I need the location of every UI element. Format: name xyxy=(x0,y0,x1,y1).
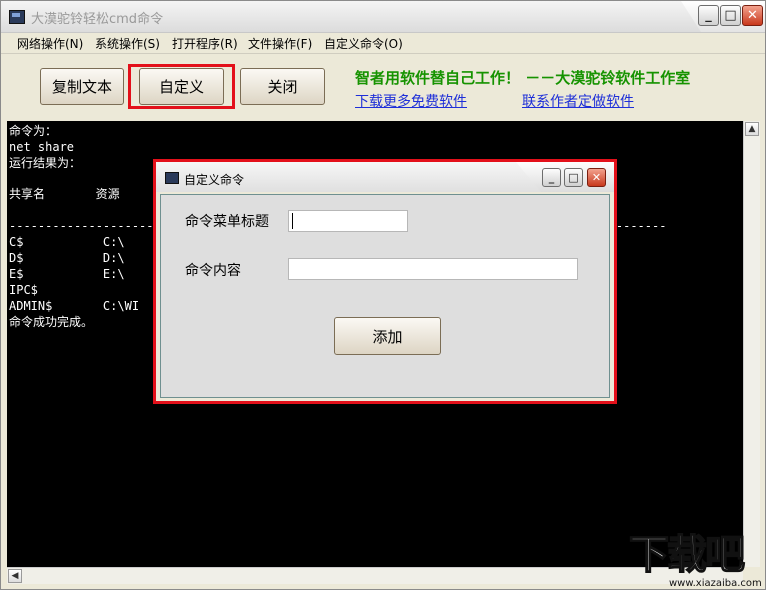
close-button[interactable]: 关闭 xyxy=(240,68,325,105)
console-line: IPC$ xyxy=(9,283,38,297)
app-icon xyxy=(9,10,25,24)
console-line: 共享名 资源 xyxy=(9,187,120,201)
close-window-button[interactable]: ✕ xyxy=(742,5,763,26)
main-window: 大漠驼铃轻松cmd命令 _ □ ✕ 网络操作(N) 系统操作(S) 打开程序(R… xyxy=(0,0,766,590)
console-line: D$ D:\ xyxy=(9,251,125,265)
menu-system[interactable]: 系统操作(S) xyxy=(95,35,160,52)
console-line: C$ C:\ xyxy=(9,235,125,249)
menu-title-label: 命令菜单标题 xyxy=(185,214,269,230)
menu-title-input[interactable] xyxy=(288,210,408,232)
scroll-up-icon[interactable]: ▲ xyxy=(745,122,759,136)
dialog-app-icon xyxy=(165,172,179,184)
maximize-icon: □ xyxy=(568,171,579,184)
menu-bar: 网络操作(N) 系统操作(S) 打开程序(R) 文件操作(F) 自定义命令(O) xyxy=(1,33,765,54)
maximize-icon: □ xyxy=(724,8,737,23)
watermark-url: www.xiazaiba.com xyxy=(669,578,762,589)
custom-button[interactable]: 自定义 xyxy=(139,68,224,105)
close-icon: ✕ xyxy=(747,8,758,23)
console-line: net share xyxy=(9,140,75,154)
scroll-left-icon[interactable]: ◀ xyxy=(8,569,22,583)
dialog-title: 自定义命令 xyxy=(184,173,245,187)
minimize-icon: _ xyxy=(548,171,555,184)
dialog-maximize-button[interactable]: □ xyxy=(564,168,583,187)
console-line: 命令成功完成。 xyxy=(9,315,94,329)
minimize-icon: _ xyxy=(705,8,712,23)
slogan-text: 智者用软件替自己工作！ －－大漠驼铃软件工作室 xyxy=(355,69,691,87)
menu-open-program[interactable]: 打开程序(R) xyxy=(172,35,238,52)
window-title: 大漠驼铃轻松cmd命令 xyxy=(31,12,164,27)
custom-command-dialog: 自定义命令 _ □ ✕ 命令菜单标题 命令内容 添加 xyxy=(156,162,614,401)
close-icon: ✕ xyxy=(591,171,602,184)
command-content-input[interactable] xyxy=(288,258,578,280)
console-line: E$ E:\ xyxy=(9,267,125,281)
vertical-scrollbar[interactable]: ▲ xyxy=(743,121,760,567)
console-line: 运行结果为： xyxy=(9,156,82,170)
maximize-button[interactable]: □ xyxy=(720,5,741,26)
watermark-text: 下载吧 xyxy=(628,532,746,578)
command-content-label: 命令内容 xyxy=(185,263,241,279)
menu-network[interactable]: 网络操作(N) xyxy=(17,35,83,52)
dialog-close-button[interactable]: ✕ xyxy=(587,168,606,187)
copy-text-button[interactable]: 复制文本 xyxy=(40,68,124,105)
console-line: 命令为： xyxy=(9,124,58,138)
contact-link[interactable]: 联系作者定做软件 xyxy=(522,91,634,111)
download-link[interactable]: 下载更多免费软件 xyxy=(355,91,467,111)
dialog-title-bar[interactable]: 自定义命令 _ □ ✕ xyxy=(156,162,614,192)
toolbar: 复制文本 自定义 关闭 智者用软件替自己工作！ －－大漠驼铃软件工作室 下载更多… xyxy=(1,54,765,120)
title-bar[interactable]: 大漠驼铃轻松cmd命令 _ □ ✕ xyxy=(1,1,765,33)
text-caret xyxy=(292,213,293,229)
menu-custom-command[interactable]: 自定义命令(O) xyxy=(324,35,403,52)
minimize-button[interactable]: _ xyxy=(698,5,719,26)
console-line: ADMIN$ C:\WI xyxy=(9,299,140,313)
watermark-logo: 下载吧 www.xiazaiba.com xyxy=(628,532,766,591)
menu-file[interactable]: 文件操作(F) xyxy=(248,35,312,52)
add-button[interactable]: 添加 xyxy=(334,317,441,355)
dialog-body: 命令菜单标题 命令内容 添加 xyxy=(160,194,610,398)
dialog-minimize-button[interactable]: _ xyxy=(542,168,561,187)
